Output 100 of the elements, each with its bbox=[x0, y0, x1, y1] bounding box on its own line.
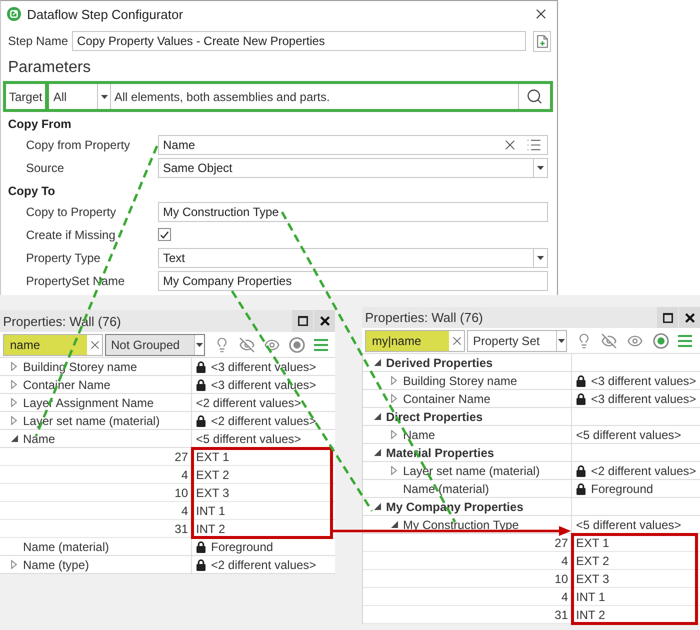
caret-right-icon[interactable] bbox=[11, 416, 17, 425]
search-button[interactable] bbox=[518, 84, 550, 109]
property-value: EXT 2 bbox=[196, 468, 230, 482]
group-name: Direct Properties bbox=[386, 410, 483, 424]
value-count: 31 bbox=[554, 608, 568, 622]
caret-down-icon bbox=[196, 342, 203, 346]
caret-down-icon[interactable] bbox=[374, 449, 380, 456]
crossed-eye-icon[interactable] bbox=[238, 336, 254, 352]
property-name: Name (material) bbox=[403, 482, 490, 496]
ring-dot-icon[interactable] bbox=[288, 336, 304, 352]
maximize-icon bbox=[662, 312, 672, 322]
group-title: Copy To bbox=[7, 182, 56, 200]
ring-dot-icon[interactable] bbox=[652, 332, 669, 348]
property-value: <2 different values> bbox=[211, 558, 316, 572]
property-name: Building Storey name bbox=[403, 374, 518, 388]
value-count: 10 bbox=[174, 486, 188, 500]
close-button[interactable] bbox=[679, 307, 700, 328]
property-value: <3 different values> bbox=[211, 360, 316, 374]
property-value: EXT 3 bbox=[196, 486, 230, 500]
property-name: Name (material) bbox=[23, 540, 110, 554]
property-value: <2 different values> bbox=[211, 414, 316, 428]
property-name: Container Name bbox=[23, 378, 110, 392]
group-name: My Company Properties bbox=[386, 500, 524, 514]
value-count: 4 bbox=[181, 504, 188, 518]
target-label: Target bbox=[6, 84, 46, 109]
value-count: 4 bbox=[181, 468, 188, 482]
app-logo-icon bbox=[7, 7, 21, 21]
field-label: Copy to Property bbox=[25, 204, 118, 218]
new-file-icon bbox=[536, 34, 548, 48]
caret-down-icon[interactable] bbox=[10, 435, 18, 442]
field-label: Copy from Property bbox=[25, 138, 132, 152]
property-value: Foreground bbox=[211, 540, 274, 554]
text-field[interactable]: My Construction Type bbox=[158, 202, 548, 222]
caret-right-icon[interactable] bbox=[391, 394, 397, 403]
property-value: EXT 2 bbox=[576, 554, 610, 568]
checkmark-icon bbox=[160, 230, 169, 238]
maximize-icon bbox=[298, 316, 308, 326]
search-icon bbox=[526, 88, 543, 105]
maximize-button[interactable] bbox=[292, 310, 313, 332]
grouping-dropdown[interactable]: Property Set bbox=[467, 330, 567, 352]
property-value: INT 2 bbox=[576, 608, 606, 622]
menu-icon[interactable] bbox=[678, 334, 692, 346]
close-icon bbox=[684, 312, 694, 322]
target-dropdown[interactable]: All bbox=[49, 84, 110, 109]
caret-right-icon[interactable] bbox=[11, 398, 17, 407]
caret-right-icon[interactable] bbox=[391, 376, 397, 385]
panel-title: Properties: Wall (76) bbox=[3, 314, 121, 328]
value-count: 4 bbox=[561, 590, 568, 604]
property-value: <5 different values> bbox=[576, 518, 682, 532]
value-count: 4 bbox=[561, 554, 568, 568]
caret-down-icon bbox=[558, 338, 565, 342]
field-label: Property Type bbox=[25, 250, 102, 264]
value-count: 27 bbox=[554, 536, 568, 550]
checkbox[interactable] bbox=[158, 228, 171, 241]
field-label: Create if Missing bbox=[25, 228, 116, 242]
property-name: Layer set name (material) bbox=[403, 464, 540, 478]
caret-down-icon[interactable] bbox=[374, 359, 380, 366]
caret-down-icon bbox=[537, 256, 544, 260]
value-count: 27 bbox=[174, 450, 188, 464]
dropdown[interactable]: Same Object bbox=[158, 158, 548, 178]
dropdown[interactable]: Text bbox=[158, 248, 548, 268]
caret-down-icon[interactable] bbox=[374, 503, 380, 510]
property-name: Container Name bbox=[403, 392, 490, 406]
property-value: <3 different values> bbox=[591, 392, 696, 406]
menu-icon[interactable] bbox=[314, 338, 328, 350]
eye-icon[interactable] bbox=[626, 332, 643, 348]
property-value: <2 different values> bbox=[591, 464, 696, 478]
caret-right-icon[interactable] bbox=[11, 560, 17, 569]
grouping-dropdown[interactable]: Not Grouped bbox=[105, 334, 205, 356]
text-field[interactable]: My Company Properties bbox=[158, 270, 548, 290]
property-value: EXT 1 bbox=[196, 450, 230, 464]
property-value: <5 different values> bbox=[196, 432, 302, 446]
maximize-button[interactable] bbox=[657, 307, 678, 328]
close-button[interactable] bbox=[314, 310, 335, 332]
caret-down-icon bbox=[100, 94, 108, 98]
value-count: 10 bbox=[554, 572, 568, 586]
step-name-field[interactable]: Copy Property Values - Create New Properties bbox=[72, 31, 526, 51]
group-title: Copy From bbox=[7, 116, 72, 132]
field-label: Source bbox=[25, 160, 66, 174]
property-picker-field[interactable]: Name bbox=[158, 134, 548, 154]
caret-right-icon[interactable] bbox=[11, 380, 17, 389]
description-field: All elements, both assemblies and parts. bbox=[110, 84, 518, 109]
property-value: EXT 3 bbox=[576, 572, 610, 586]
caret-right-icon[interactable] bbox=[11, 362, 17, 371]
property-value: INT 1 bbox=[576, 590, 606, 604]
property-value: <3 different values> bbox=[211, 378, 316, 392]
property-value: <2 different values> bbox=[196, 396, 302, 410]
panel-title: Properties: Wall (76) bbox=[365, 310, 483, 325]
caret-right-icon[interactable] bbox=[391, 430, 397, 439]
property-name: Name bbox=[23, 432, 56, 446]
property-value: <5 different values> bbox=[576, 428, 682, 442]
new-file-button[interactable] bbox=[533, 30, 551, 52]
close-icon bbox=[320, 316, 330, 326]
property-value: INT 1 bbox=[196, 504, 226, 518]
caret-down-icon bbox=[537, 166, 544, 170]
value-count: 31 bbox=[174, 522, 188, 536]
caret-down-icon[interactable] bbox=[374, 413, 380, 420]
crossed-eye-icon[interactable] bbox=[601, 332, 618, 348]
caret-down-icon[interactable] bbox=[390, 521, 398, 528]
caret-right-icon[interactable] bbox=[391, 466, 397, 475]
